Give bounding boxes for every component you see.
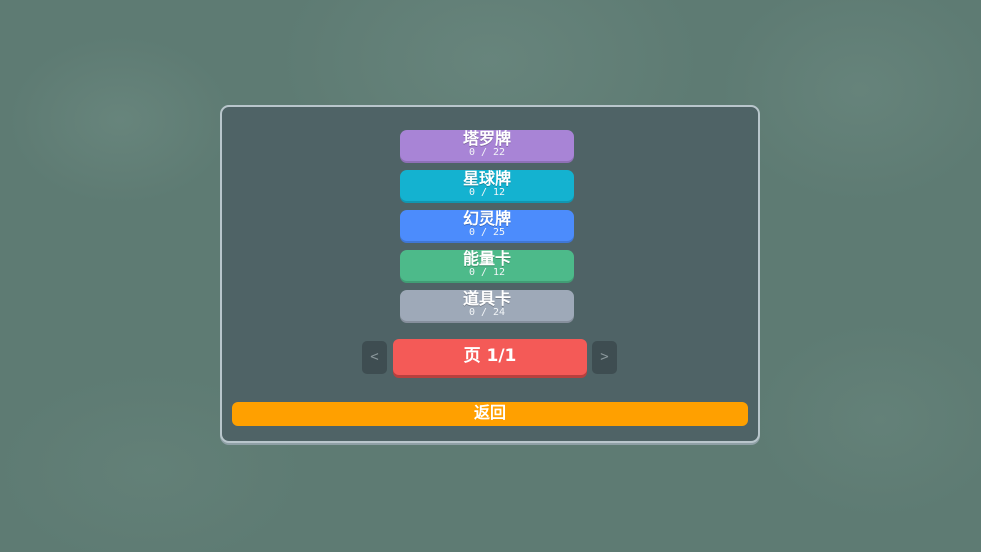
card-category-name: 能量卡 <box>462 249 511 268</box>
card-category-spectral[interactable]: 幻灵牌 0 / 25 <box>400 210 574 243</box>
card-category-count: 0 / 12 <box>468 267 506 278</box>
card-category-energy[interactable]: 能量卡 0 / 12 <box>400 250 574 283</box>
card-category-planet[interactable]: 星球牌 0 / 12 <box>400 170 574 203</box>
chevron-right-icon: > <box>600 349 609 365</box>
card-category-count: 0 / 24 <box>468 307 506 318</box>
chevron-left-icon: < <box>370 349 379 365</box>
card-category-count: 0 / 22 <box>468 147 506 158</box>
next-page-button[interactable]: > <box>592 341 617 374</box>
prev-page-button[interactable]: < <box>362 341 387 374</box>
collection-panel: 塔罗牌 0 / 22 星球牌 0 / 12 幻灵牌 0 / 25 能量卡 0 /… <box>220 105 760 443</box>
card-category-name: 幻灵牌 <box>462 209 511 228</box>
card-category-name: 道具卡 <box>462 289 511 308</box>
card-category-name: 星球牌 <box>462 169 511 188</box>
card-category-name: 塔罗牌 <box>462 129 511 148</box>
page-indicator-button[interactable]: 页 1/1 <box>393 339 587 375</box>
card-category-count: 0 / 12 <box>468 187 506 198</box>
card-category-count: 0 / 25 <box>468 227 506 238</box>
card-category-tarot[interactable]: 塔罗牌 0 / 22 <box>400 130 574 163</box>
card-category-item[interactable]: 道具卡 0 / 24 <box>400 290 574 323</box>
back-button[interactable]: 返回 <box>232 402 748 426</box>
